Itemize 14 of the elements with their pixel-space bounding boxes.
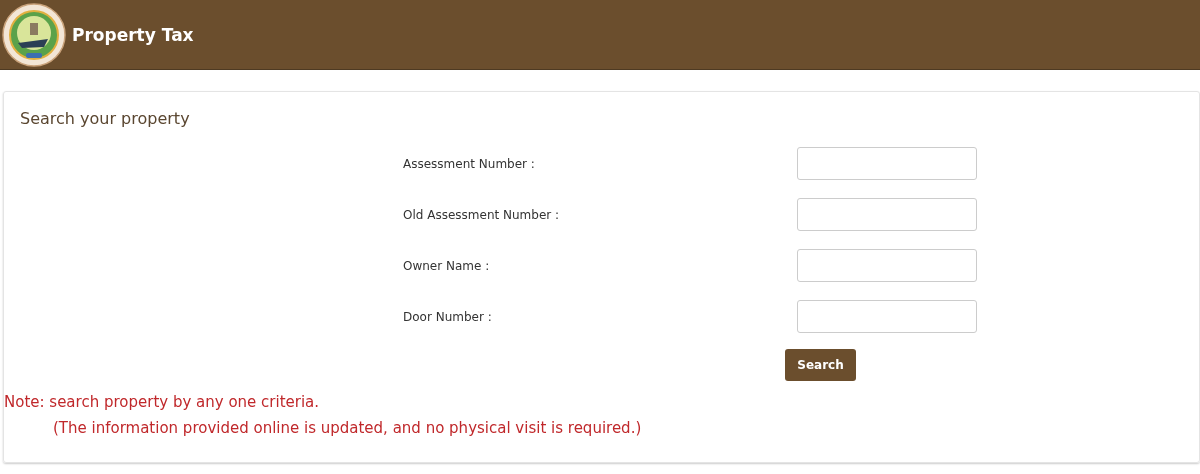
note-text: (The information provided online is updated, and no physical visit is required.)	[53, 418, 643, 438]
input-field[interactable]	[797, 249, 977, 282]
field-label: Old Assessment Number :	[403, 207, 561, 222]
card-title: Search your property	[20, 109, 191, 128]
field-label: Door Number :	[403, 309, 493, 324]
field-label: Owner Name :	[403, 258, 491, 273]
search-button[interactable]: Search	[785, 349, 856, 381]
emblem-logo-icon	[2, 2, 66, 67]
note-text: Note: search property by any one criteria.	[4, 392, 321, 412]
input-field[interactable]	[797, 300, 977, 333]
page-title: Property Tax	[72, 24, 194, 45]
input-field[interactable]	[797, 147, 977, 180]
input-field[interactable]	[797, 198, 977, 231]
field-label: Assessment Number :	[403, 156, 536, 171]
